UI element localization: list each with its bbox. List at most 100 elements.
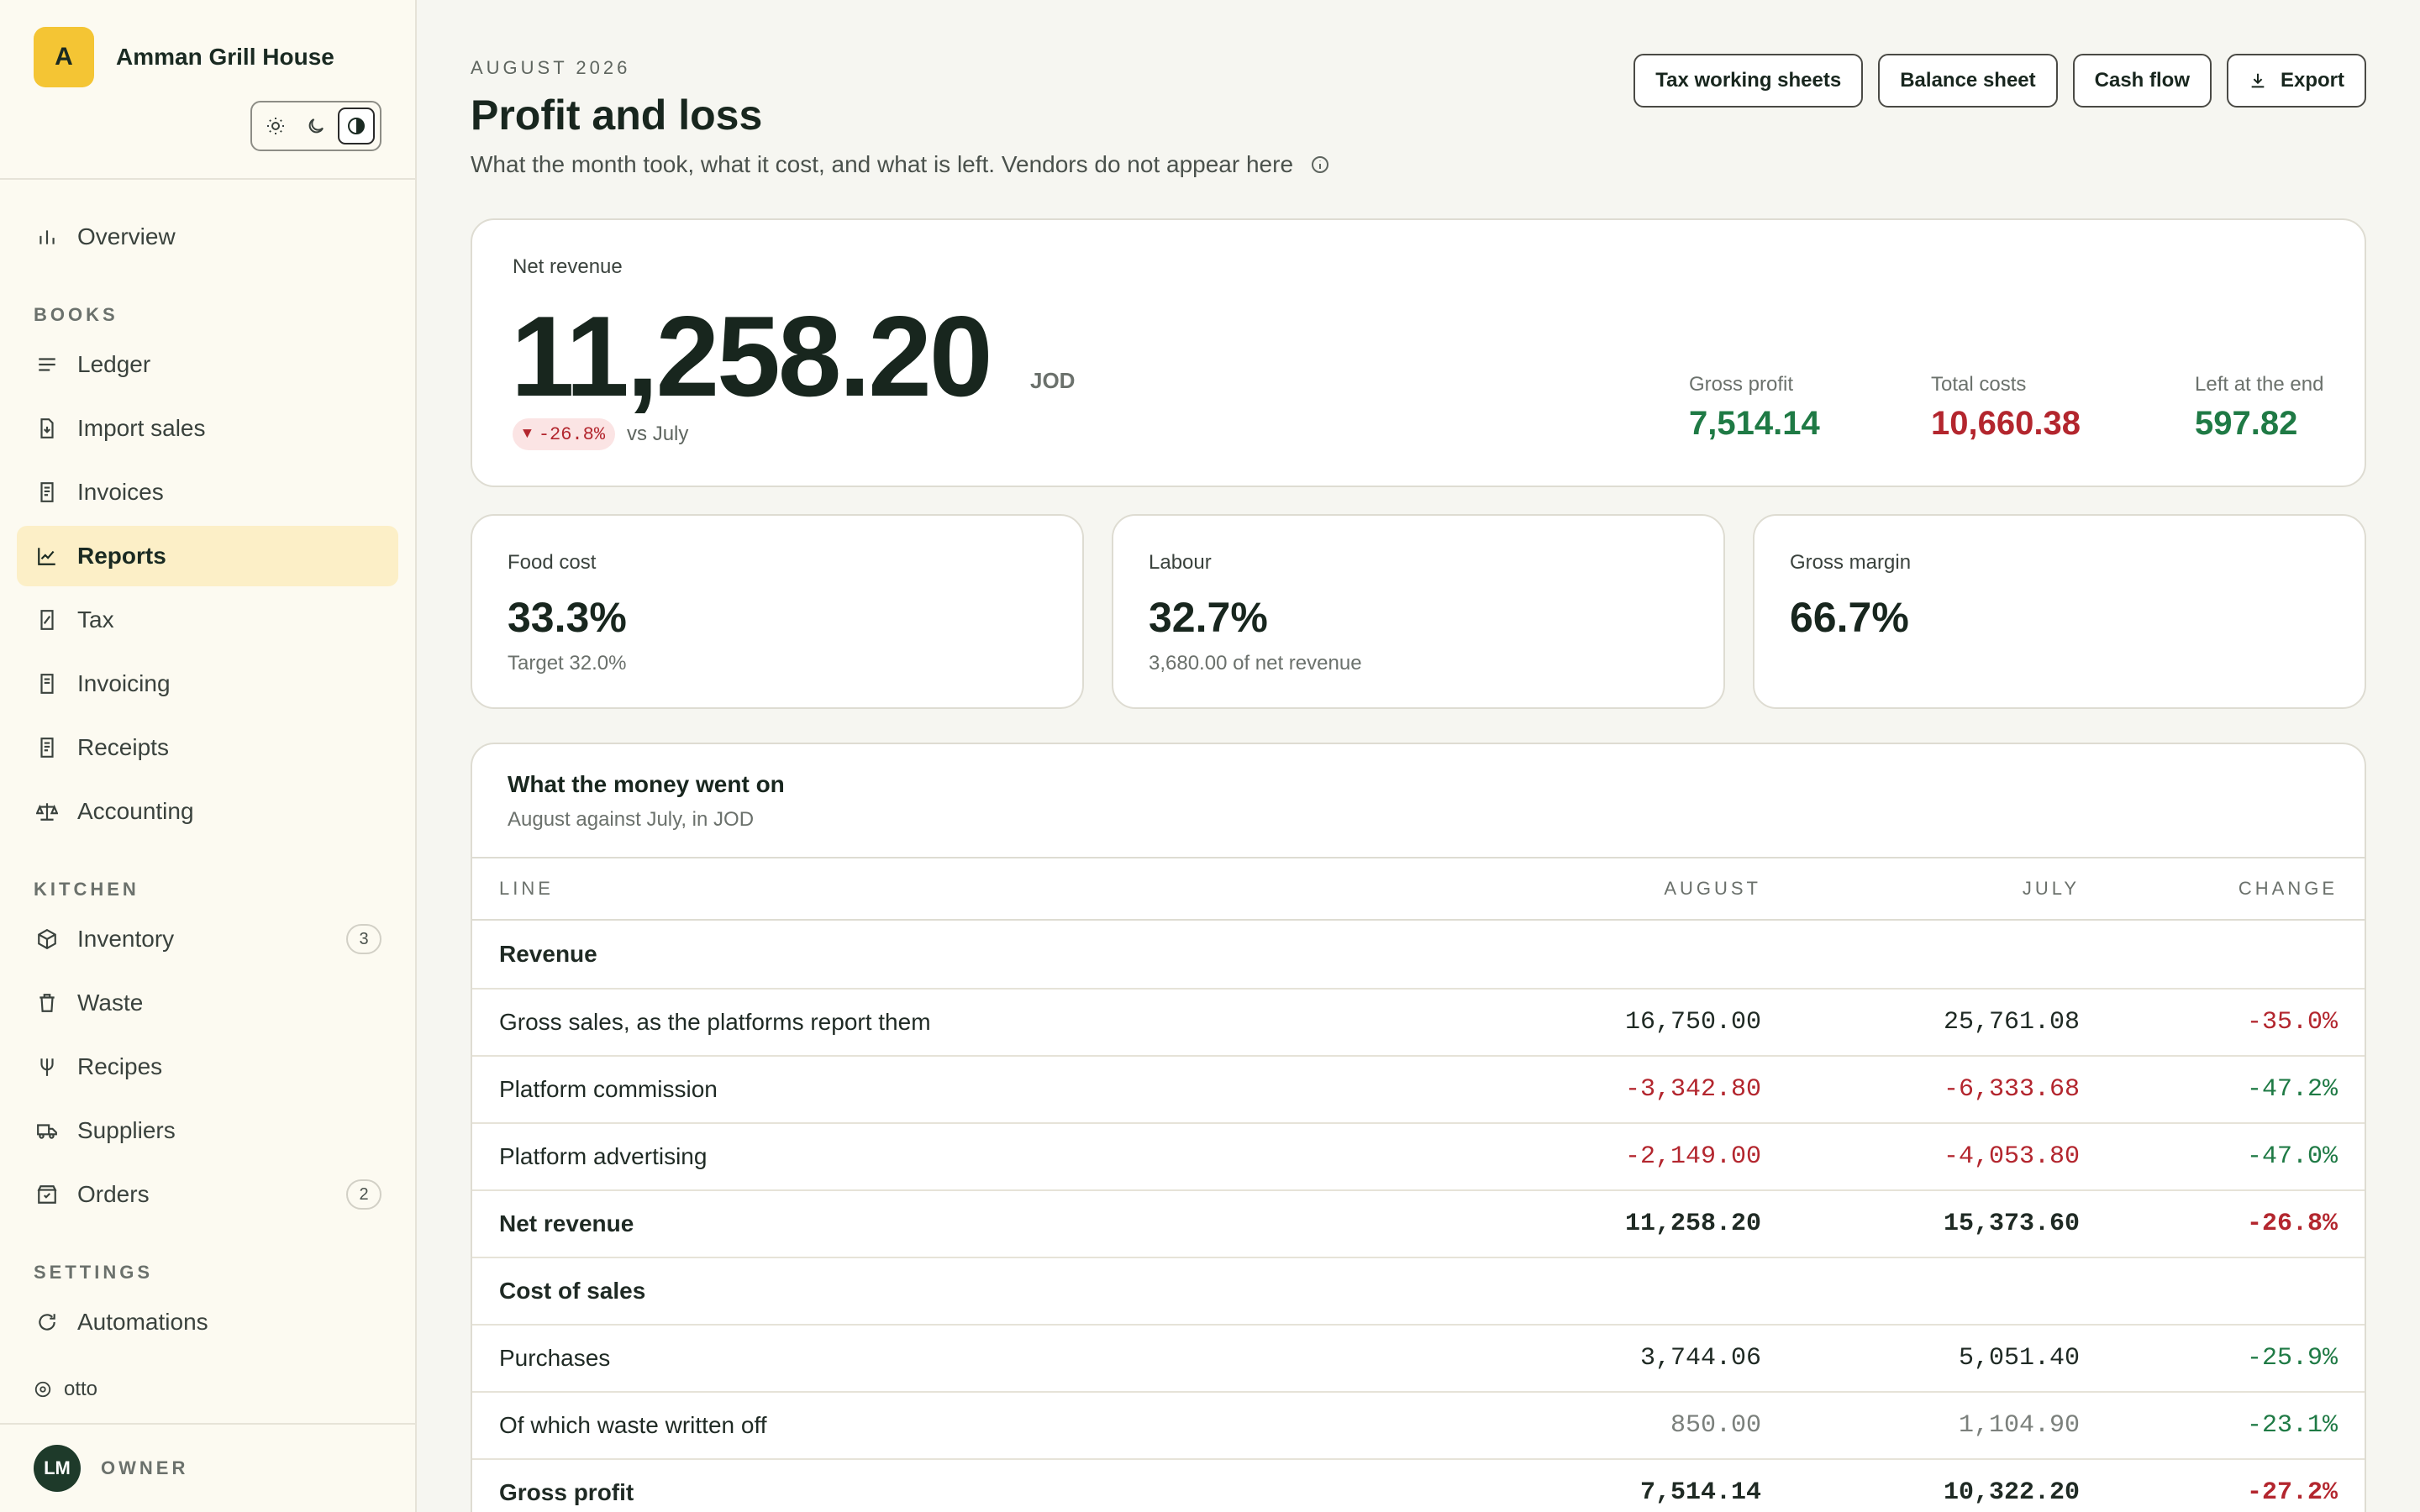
- sun-icon[interactable]: [257, 108, 294, 144]
- total-costs-metric: Total costs 10,660.38: [1931, 373, 2081, 443]
- avatar: LM: [34, 1445, 81, 1492]
- august-value: 7,514.14: [1639, 1478, 1761, 1507]
- july-value: 5,051.40: [1958, 1344, 2080, 1373]
- sidebar-item-inventory[interactable]: Inventory 3: [17, 909, 398, 969]
- otto-brand: otto: [34, 1378, 97, 1401]
- trend-icon: [34, 543, 60, 570]
- metric-label: Gross profit: [1689, 373, 1794, 396]
- info-icon[interactable]: [1310, 155, 1330, 175]
- box-icon: [34, 926, 60, 953]
- kpi-value: 32.7%: [1149, 594, 1268, 641]
- sidebar-item-label: Import sales: [77, 415, 206, 441]
- fork-icon: [34, 1053, 60, 1080]
- sidebar-item-accounting[interactable]: Accounting: [17, 781, 398, 842]
- theme-toggle: [250, 101, 381, 151]
- pnl-table: LINE AUGUST JULY CHANGE Revenue Gross sal…: [472, 857, 2365, 1512]
- sidebar-item-recipes[interactable]: Recipes: [17, 1037, 398, 1097]
- gross-margin-card: Gross margin 66.7%: [1753, 514, 2366, 709]
- sidebar-item-waste[interactable]: Waste: [17, 973, 398, 1033]
- august-value: 16,750.00: [1624, 1008, 1761, 1037]
- line-label: Net revenue: [499, 1210, 634, 1236]
- kpi-sub: 3,680.00 of net revenue: [1149, 652, 1362, 675]
- line-label: Platform advertising: [499, 1143, 708, 1169]
- user-menu[interactable]: LM OWNER: [34, 1445, 188, 1492]
- page-subtitle-text: What the month took, what it cost, and w…: [471, 151, 1294, 177]
- sidebar-item-label: Inventory: [77, 926, 175, 952]
- brand-logo: A: [34, 27, 94, 87]
- sidebar-item-label: Invoicing: [77, 670, 171, 696]
- receipt-icon: [34, 734, 60, 761]
- currency-unit: JOD: [1030, 368, 1076, 393]
- tax-file-icon: [34, 606, 60, 633]
- page-subtitle: What the month took, what it cost, and w…: [471, 151, 1330, 178]
- table-section-row: Revenue: [472, 921, 2365, 988]
- august-value: -2,149.00: [1624, 1142, 1761, 1171]
- metric-label: Total costs: [1931, 373, 2027, 396]
- table-row: Platform advertising -2,149.00 -4,053.80 -4…: [472, 1122, 2365, 1189]
- july-value: -6,333.68: [1943, 1075, 2080, 1104]
- sidebar-item-label: Accounting: [77, 798, 194, 824]
- table-row: Platform commission -3,342.80 -6,333.68 -47…: [472, 1055, 2365, 1122]
- truck-icon: [34, 1117, 60, 1144]
- balance-sheet-button[interactable]: Balance sheet: [1878, 54, 2058, 108]
- sidebar-item-label: Orders: [77, 1181, 150, 1207]
- sidebar-item-label: Reports: [77, 543, 166, 569]
- sidebar-item-receipts[interactable]: Receipts: [17, 717, 398, 778]
- sidebar-item-suppliers[interactable]: Suppliers: [17, 1100, 398, 1161]
- receipt-icon: [34, 670, 60, 697]
- table-title: What the money went on: [508, 771, 785, 797]
- kpi-label: Gross margin: [1790, 551, 1912, 574]
- change-value: -26.8%: [2246, 1210, 2338, 1238]
- table-section-row: Cost of sales: [472, 1257, 2365, 1324]
- metric-label: Left at the end: [2195, 373, 2324, 396]
- lines-icon: [34, 351, 60, 378]
- table-row: Purchases 3,744.06 5,051.40 -25.9%: [472, 1324, 2365, 1391]
- sidebar-item-invoices[interactable]: Invoices: [17, 462, 398, 522]
- line-label: Platform commission: [499, 1076, 718, 1102]
- sidebar-item-reports[interactable]: Reports: [17, 526, 398, 586]
- sidebar-item-ledger[interactable]: Ledger: [17, 334, 398, 395]
- contrast-icon[interactable]: [338, 108, 375, 144]
- sidebar-item-label: Automations: [77, 1309, 208, 1335]
- line-label: Of which waste written off: [499, 1412, 767, 1438]
- table-header-row: LINE AUGUST JULY CHANGE: [472, 857, 2365, 921]
- august-value: 850.00: [1670, 1411, 1761, 1440]
- otto-label: otto: [64, 1378, 98, 1400]
- down-triangle-icon: ▼: [523, 426, 532, 443]
- july-value: 15,373.60: [1943, 1210, 2080, 1238]
- table-row: Of which waste written off 850.00 1,104.90…: [472, 1391, 2365, 1458]
- section-label-settings: SETTINGS: [34, 1262, 154, 1283]
- tax-working-sheets-button[interactable]: Tax working sheets: [1634, 54, 1864, 108]
- line-label: Purchases: [499, 1345, 611, 1371]
- change-badge: ▼ -26.8%: [513, 418, 616, 450]
- moon-icon[interactable]: [297, 108, 334, 144]
- sidebar-item-label: Ledger: [77, 351, 151, 377]
- user-role: OWNER: [101, 1457, 189, 1478]
- kpi-sub: Target 32.0%: [508, 652, 627, 675]
- sidebar-item-import-sales[interactable]: Import sales: [17, 398, 398, 459]
- july-value: 25,761.08: [1943, 1008, 2080, 1037]
- change-value: -47.0%: [2246, 1142, 2338, 1171]
- sidebar-item-automations[interactable]: Automations: [17, 1292, 398, 1352]
- july-value: -4,053.80: [1943, 1142, 2080, 1171]
- export-label: Export: [2280, 69, 2344, 92]
- sidebar-item-orders[interactable]: Orders 2: [17, 1164, 398, 1225]
- line-label: Cost of sales: [499, 1278, 646, 1304]
- sidebar-item-overview[interactable]: Overview: [17, 207, 398, 267]
- change-value: -26.8%: [538, 423, 606, 445]
- otto-icon: [34, 1381, 51, 1398]
- sidebar-item-invoicing[interactable]: Invoicing: [17, 654, 398, 714]
- left-at-end-metric: Left at the end 597.82: [2195, 373, 2323, 443]
- receipt-icon: [34, 479, 60, 506]
- header-actions: Tax working sheets Balance sheet Cash fl…: [1634, 54, 2366, 108]
- brand[interactable]: A Amman Grill House: [34, 27, 334, 87]
- cash-flow-button[interactable]: Cash flow: [2072, 54, 2212, 108]
- page-title: Profit and loss: [471, 92, 763, 139]
- column-header-august: AUGUST: [1664, 878, 1761, 899]
- export-button[interactable]: Export: [2226, 54, 2366, 108]
- line-label: Gross sales, as the platforms report the…: [499, 1009, 931, 1035]
- table-row: Gross sales, as the platforms report the…: [472, 988, 2365, 1055]
- kpi-value: 33.3%: [508, 594, 627, 641]
- sidebar-item-tax[interactable]: Tax: [17, 590, 398, 650]
- july-value: 10,322.20: [1943, 1478, 2080, 1507]
